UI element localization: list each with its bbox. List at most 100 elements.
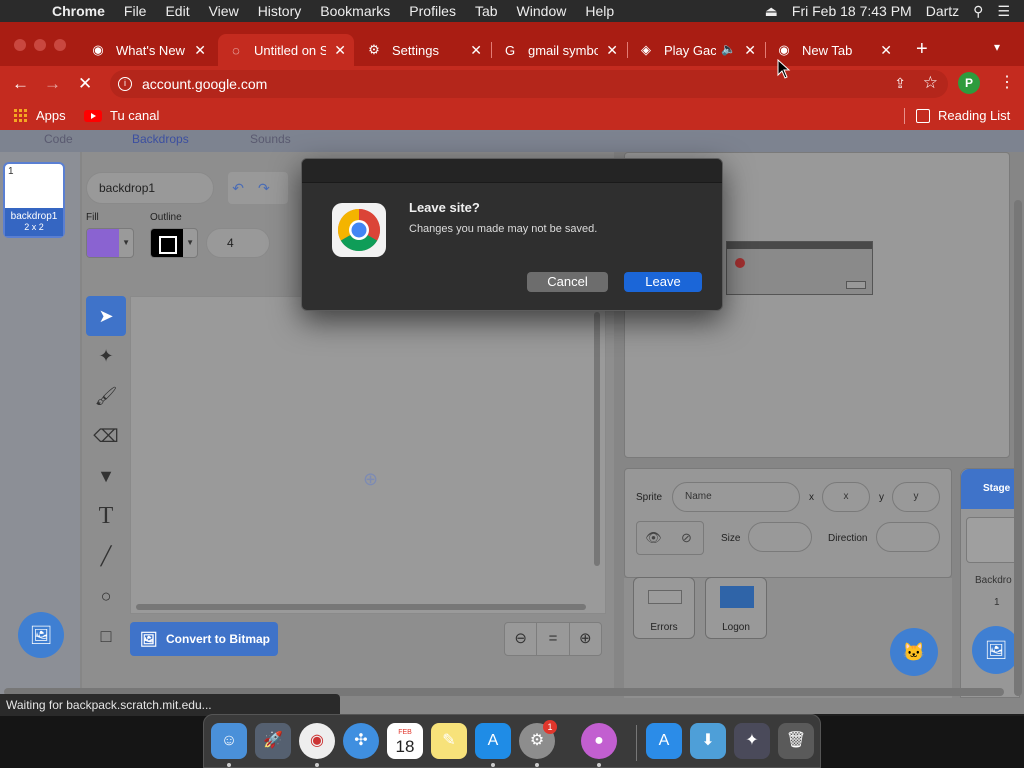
leave-button[interactable]: Leave [624, 272, 702, 292]
safari-compass-icon[interactable]: ✣ [343, 723, 379, 759]
menu-edit[interactable]: Edit [165, 3, 189, 19]
site-info-icon[interactable]: i [118, 77, 132, 91]
fill-color-picker[interactable]: ▼ [86, 228, 134, 258]
canvas-horizontal-scrollbar[interactable] [136, 604, 586, 610]
close-tab-icon[interactable]: ✕ [744, 42, 756, 59]
close-window-button[interactable] [14, 39, 26, 51]
brush-tool-icon[interactable]: 🖌 [86, 376, 126, 416]
leave-site-dialog: Leave site? Changes you made may not be … [301, 158, 723, 311]
chrome-menu-icon[interactable]: ⋮ [999, 72, 1015, 92]
select-tool-arrow-icon[interactable]: ➤ [86, 296, 126, 336]
maximize-window-button[interactable] [54, 39, 66, 51]
address-bar[interactable]: i account.google.com ⇪ ☆ [110, 70, 948, 98]
menu-profiles[interactable]: Profiles [409, 3, 456, 19]
address-url[interactable]: account.google.com [142, 76, 267, 92]
outline-color-picker[interactable]: ▼ [150, 228, 198, 258]
menu-file[interactable]: File [124, 3, 147, 19]
bookmark-tu-canal[interactable]: Tu canal [84, 108, 159, 123]
tab-sounds[interactable]: Sounds [250, 132, 291, 146]
bookmark-star-icon[interactable]: ☆ [923, 73, 938, 93]
cancel-button[interactable]: Cancel [527, 272, 608, 292]
add-backdrop-stage-button[interactable]: 🖼 [972, 626, 1020, 674]
utility-app-icon[interactable]: ✦ [734, 723, 770, 759]
close-tab-icon[interactable]: ✕ [606, 42, 618, 59]
close-tab-icon[interactable]: ✕ [334, 42, 346, 59]
tab-backdrops[interactable]: Backdrops [132, 132, 189, 146]
show-eye-icon[interactable]: 👁 [637, 522, 670, 554]
chrome-dock-icon[interactable]: ◉ [299, 723, 335, 759]
outline-width-input[interactable]: 4 [206, 228, 270, 258]
app-store-folder-icon[interactable]: A [646, 723, 682, 759]
rectangle-tool-icon[interactable]: □ [86, 616, 126, 656]
trash-icon[interactable]: 🗑 [778, 723, 814, 759]
zoom-out-icon[interactable]: ⊖ [505, 623, 538, 655]
menu-bookmarks[interactable]: Bookmarks [320, 3, 390, 19]
app-store-icon[interactable]: A [475, 723, 511, 759]
spotlight-search-icon[interactable]: ⚲ [973, 3, 983, 20]
eject-icon[interactable]: ⏏ [765, 3, 778, 20]
x-input[interactable]: x [822, 482, 870, 512]
minimize-window-button[interactable] [34, 39, 46, 51]
sprite-name-input[interactable]: Name [672, 482, 800, 512]
tab-code[interactable]: Code [44, 132, 73, 146]
close-tab-icon[interactable]: ✕ [194, 42, 206, 59]
undo-redo-buttons[interactable]: ↶↷ [228, 172, 288, 204]
tab-whats-new[interactable]: ◉ What's New ✕ [80, 34, 214, 66]
eraser-tool-icon[interactable]: ⌫ [86, 416, 126, 456]
text-tool-icon[interactable]: T [86, 496, 126, 536]
menu-user[interactable]: Dartz [926, 3, 959, 19]
circle-tool-icon[interactable]: ○ [86, 576, 126, 616]
direction-input[interactable] [876, 522, 940, 552]
menu-tab[interactable]: Tab [475, 3, 498, 19]
tab-play-games[interactable]: ◈ Play Gac 🔈 ✕ [628, 34, 764, 66]
zoom-in-icon[interactable]: ⊕ [570, 623, 601, 655]
tab-settings[interactable]: ⚙ Settings ✕ [356, 34, 490, 66]
reshape-tool-icon[interactable]: ✦ [86, 336, 126, 376]
y-input[interactable]: y [892, 482, 940, 512]
launchpad-icon[interactable]: 🚀 [255, 723, 291, 759]
finder-icon[interactable]: ☺ [211, 723, 247, 759]
stop-loading-icon[interactable]: ✕ [78, 74, 92, 94]
menu-window[interactable]: Window [517, 3, 567, 19]
line-tool-icon[interactable]: ╱ [86, 536, 126, 576]
tab-gmail-symbol[interactable]: G gmail symbo ✕ [492, 34, 626, 66]
menu-help[interactable]: Help [585, 3, 614, 19]
speaker-audio-icon[interactable]: 🔈 [721, 42, 736, 56]
calendar-icon[interactable]: FEB 18 [387, 723, 423, 759]
tab-title: Play Gac [664, 42, 716, 58]
notes-icon[interactable]: ✎ [431, 723, 467, 759]
sprite-logon[interactable]: Logon [705, 577, 767, 639]
menu-app-name[interactable]: Chrome [52, 3, 105, 19]
sprite-errors[interactable]: Errors [633, 577, 695, 639]
menu-datetime[interactable]: Fri Feb 18 7:43 PM [792, 3, 912, 19]
paint-canvas[interactable]: ⊕ [130, 296, 606, 614]
menu-history[interactable]: History [258, 3, 302, 19]
back-arrow-icon[interactable]: ← [12, 74, 29, 94]
canvas-vertical-scrollbar[interactable] [594, 312, 600, 566]
zoom-reset-icon[interactable]: = [537, 623, 570, 655]
backdrop-name-input[interactable]: backdrop1 [86, 172, 214, 204]
backdrop-thumbnail[interactable]: 1 backdrop1 2 x 2 [3, 162, 65, 238]
close-tab-icon[interactable]: ✕ [880, 42, 892, 59]
installer-app-icon[interactable]: ● [581, 723, 617, 759]
fill-bucket-tool-icon[interactable]: ▼ [86, 456, 126, 496]
downloads-folder-icon[interactable]: ⬇ [690, 723, 726, 759]
close-tab-icon[interactable]: ✕ [470, 42, 482, 59]
tab-untitled-scratch[interactable]: ◌ Untitled on S ✕ [218, 34, 354, 66]
new-tab-plus-icon[interactable]: + [916, 38, 928, 61]
bookmark-apps[interactable]: Apps [14, 108, 66, 123]
control-center-icon[interactable]: ☰ [997, 3, 1010, 20]
add-backdrop-button[interactable]: 🖼 [18, 612, 64, 658]
add-sprite-button[interactable]: 🐱 [890, 628, 938, 676]
page-vertical-scrollbar[interactable] [1014, 200, 1022, 696]
convert-to-bitmap-button[interactable]: 🖼 Convert to Bitmap [130, 622, 278, 656]
forward-arrow-icon[interactable]: → [44, 74, 61, 94]
reading-list-button[interactable]: Reading List [916, 108, 1010, 123]
tab-search-chevron-icon[interactable]: ▾ [994, 40, 1000, 54]
hide-eye-icon[interactable]: ⊘ [670, 522, 703, 554]
profile-avatar[interactable]: P [958, 72, 980, 94]
size-input[interactable] [748, 522, 812, 552]
share-icon[interactable]: ⇪ [894, 75, 906, 92]
gear-icon: ⚙ [368, 42, 380, 57]
menu-view[interactable]: View [209, 3, 239, 19]
